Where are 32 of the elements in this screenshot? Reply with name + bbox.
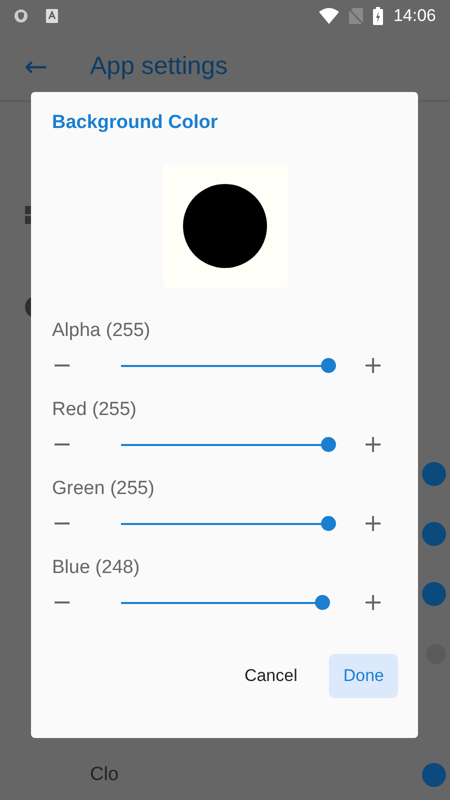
increase-button[interactable]: + [349,511,397,535]
increase-button[interactable]: + [349,432,397,456]
done-button[interactable]: Done [329,654,398,698]
decrease-button[interactable]: − [52,432,100,456]
channel-label: Blue (248) [52,557,141,580]
app-icon [46,9,58,23]
slider-thumb[interactable] [321,358,336,372]
toggle-switch[interactable] [422,462,446,486]
decrease-button[interactable]: − [52,590,100,614]
slider-thumb[interactable] [321,436,336,452]
wifi-icon [319,8,340,24]
no-sim-icon [349,8,364,24]
cancel-button[interactable]: Cancel [230,654,312,698]
decrease-button[interactable]: − [52,511,100,535]
channel-label: Red (255) [52,399,138,422]
increase-button[interactable]: + [349,353,397,377]
decrease-button[interactable]: − [52,353,100,377]
increase-button[interactable]: + [349,590,397,614]
slider-thumb[interactable] [315,594,330,610]
channel-label: Alpha (255) [52,320,152,343]
toggle-switch[interactable] [422,763,446,787]
shield-icon [14,9,28,23]
slider-thumb[interactable] [321,516,336,530]
battery-charging-icon [373,7,384,25]
channel-label: Green (255) [52,478,156,501]
circle-icon [183,184,267,268]
clock-time: 14:06 [393,6,436,26]
dialog-title: Background Color [52,112,219,134]
toggle-switch[interactable] [422,522,446,546]
page-title: App settings [90,52,228,80]
toggle-switch[interactable] [422,582,446,606]
setting-label: Clo [90,764,119,786]
